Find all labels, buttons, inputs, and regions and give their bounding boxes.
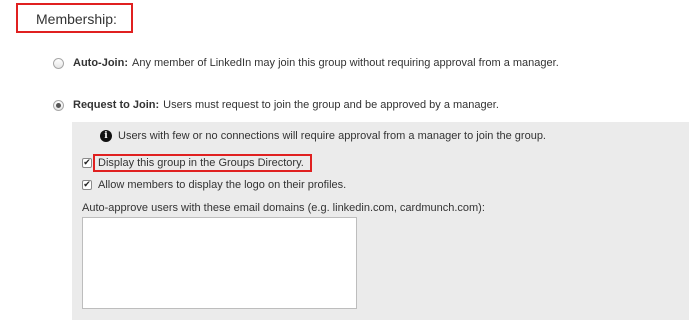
directory-label: Display this group in the Groups Directo… [93,154,312,172]
logo-option[interactable]: ✔ Allow members to display the logo on t… [82,179,346,191]
request-to-join-radio[interactable] [53,99,64,111]
auto-join-description: Any member of LinkedIn may join this gro… [131,57,559,69]
membership-heading: Membership: [16,3,133,33]
directory-option[interactable]: ✔ Display this group in the Groups Direc… [82,154,312,172]
request-to-join-option[interactable]: Request to Join: Users must request to j… [53,99,499,111]
request-to-join-description: Users must request to join the group and… [163,99,499,111]
request-to-join-label: Request to Join: [73,99,160,111]
connections-notice: i Users with few or no connections will … [100,130,546,142]
domains-label: Auto-approve users with these email doma… [82,202,485,214]
email-domains-textarea[interactable] [82,217,357,309]
logo-label: Allow members to display the logo on the… [98,179,347,191]
membership-title: Membership: [36,11,117,27]
info-icon: i [100,130,112,142]
directory-checkbox[interactable]: ✔ [82,158,92,168]
auto-join-label: Auto-Join: [73,57,128,69]
auto-join-radio[interactable] [53,57,64,69]
auto-join-option[interactable]: Auto-Join: Any member of LinkedIn may jo… [53,57,559,69]
notice-text: Users with few or no connections will re… [118,130,546,142]
request-to-join-settings-panel: i Users with few or no connections will … [72,122,689,320]
logo-checkbox[interactable]: ✔ [82,180,92,190]
